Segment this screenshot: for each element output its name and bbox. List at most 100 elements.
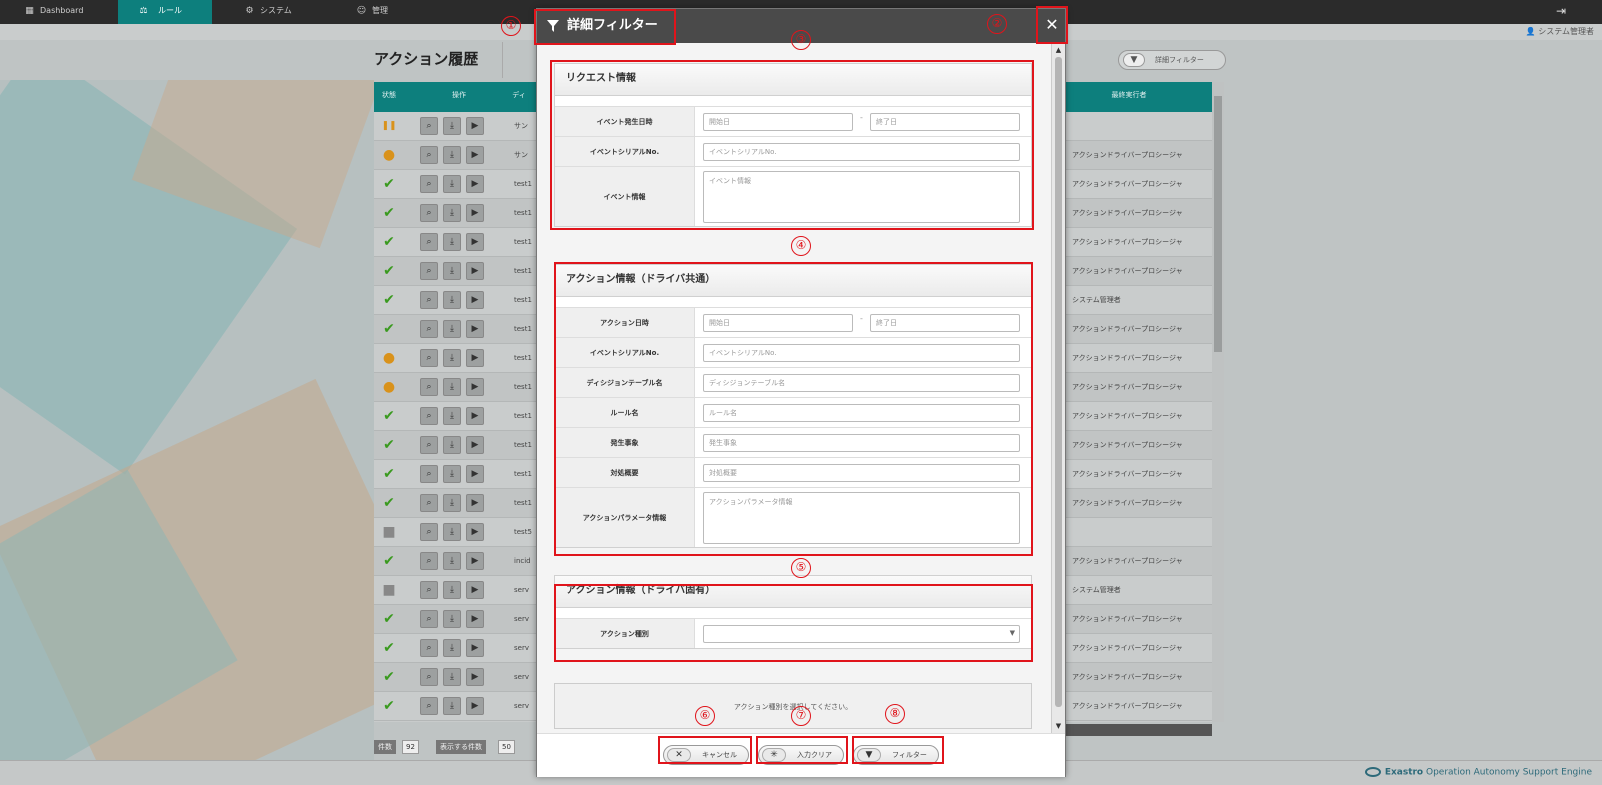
- row-name: サン: [514, 122, 528, 130]
- download-icon[interactable]: ⤓: [443, 233, 461, 251]
- download-icon[interactable]: ⤓: [443, 610, 461, 628]
- download-icon[interactable]: ⤓: [443, 204, 461, 222]
- run-icon[interactable]: ▶: [466, 146, 484, 164]
- row-name: test1: [514, 412, 532, 420]
- detail-icon[interactable]: ⌕: [420, 378, 438, 396]
- highlight-cancel-button: [658, 736, 752, 764]
- detail-icon[interactable]: ⌕: [420, 465, 438, 483]
- scroll-up-icon[interactable]: ▲: [1052, 43, 1065, 57]
- display-count-value[interactable]: 50: [498, 740, 515, 754]
- row-operations: ⌕ ⤓ ▶: [420, 175, 489, 193]
- run-icon[interactable]: ▶: [466, 465, 484, 483]
- download-icon[interactable]: ⤓: [443, 639, 461, 657]
- run-icon[interactable]: ▶: [466, 291, 484, 309]
- detail-icon[interactable]: ⌕: [420, 204, 438, 222]
- column-header-ops: 操作: [452, 91, 466, 99]
- download-icon[interactable]: ⤓: [443, 320, 461, 338]
- run-icon[interactable]: ▶: [466, 175, 484, 193]
- detail-icon[interactable]: ⌕: [420, 262, 438, 280]
- detail-icon[interactable]: ⌕: [420, 349, 438, 367]
- detail-icon[interactable]: ⌕: [420, 407, 438, 425]
- run-icon[interactable]: ▶: [466, 523, 484, 541]
- row-operations: ⌕ ⤓ ▶: [420, 465, 489, 483]
- detail-icon[interactable]: ⌕: [420, 494, 438, 512]
- detail-icon[interactable]: ⌕: [420, 291, 438, 309]
- run-icon[interactable]: ▶: [466, 668, 484, 686]
- run-icon[interactable]: ▶: [466, 436, 484, 454]
- download-icon[interactable]: ⤓: [443, 552, 461, 570]
- download-icon[interactable]: ⤓: [443, 668, 461, 686]
- row-operations: ⌕ ⤓ ▶: [420, 262, 489, 280]
- detail-icon[interactable]: ⌕: [420, 320, 438, 338]
- row-last-executor: アクションドライバープロシージャ: [1072, 702, 1183, 710]
- run-icon[interactable]: ▶: [466, 639, 484, 657]
- download-icon[interactable]: ⤓: [443, 465, 461, 483]
- download-icon[interactable]: ⤓: [443, 581, 461, 599]
- modal-scrollbar[interactable]: ▲ ▼: [1051, 43, 1065, 733]
- nav-item-label: Dashboard: [40, 6, 84, 15]
- nav-item-system[interactable]: ⚙ システム: [240, 0, 330, 24]
- run-icon[interactable]: ▶: [466, 320, 484, 338]
- download-icon[interactable]: ⤓: [443, 378, 461, 396]
- detail-icon[interactable]: ⌕: [420, 552, 438, 570]
- run-icon[interactable]: ▶: [466, 581, 484, 599]
- run-icon[interactable]: ▶: [466, 117, 484, 135]
- run-icon[interactable]: ▶: [466, 697, 484, 715]
- detail-icon[interactable]: ⌕: [420, 668, 438, 686]
- eye-logo-icon: [1364, 767, 1381, 777]
- row-last-executor: アクションドライバープロシージャ: [1072, 441, 1183, 449]
- column-header-name[interactable]: ディ: [504, 82, 534, 112]
- download-icon[interactable]: ⤓: [443, 697, 461, 715]
- scroll-down-icon[interactable]: ▼: [1052, 719, 1065, 733]
- row-last-executor: アクションドライバープロシージャ: [1072, 209, 1183, 217]
- download-icon[interactable]: ⤓: [443, 523, 461, 541]
- run-icon[interactable]: ▶: [466, 378, 484, 396]
- download-icon[interactable]: ⤓: [443, 117, 461, 135]
- user-gear-icon: ☺: [356, 6, 367, 16]
- download-icon[interactable]: ⤓: [443, 175, 461, 193]
- detail-icon[interactable]: ⌕: [420, 639, 438, 657]
- run-icon[interactable]: ▶: [466, 552, 484, 570]
- logout-icon[interactable]: ⇥: [1554, 4, 1568, 18]
- table-vertical-scrollbar[interactable]: [1212, 82, 1224, 722]
- highlight-action-specific-section: [554, 584, 1033, 662]
- row-name: test1: [514, 499, 532, 507]
- run-icon[interactable]: ▶: [466, 407, 484, 425]
- detail-icon[interactable]: ⌕: [420, 523, 438, 541]
- nav-item-dashboard[interactable]: ▦ Dashboard: [20, 0, 120, 24]
- user-name[interactable]: 👤 システム管理者: [1526, 26, 1594, 37]
- run-icon[interactable]: ▶: [466, 262, 484, 280]
- detail-icon[interactable]: ⌕: [420, 175, 438, 193]
- download-icon[interactable]: ⤓: [443, 407, 461, 425]
- run-icon[interactable]: ▶: [466, 204, 484, 222]
- detail-icon[interactable]: ⌕: [420, 697, 438, 715]
- nav-item-admin[interactable]: ☺ 管理: [352, 0, 422, 24]
- download-icon[interactable]: ⤓: [443, 349, 461, 367]
- detail-icon[interactable]: ⌕: [420, 233, 438, 251]
- download-icon[interactable]: ⤓: [443, 494, 461, 512]
- run-icon[interactable]: ▶: [466, 494, 484, 512]
- detail-icon[interactable]: ⌕: [420, 436, 438, 454]
- run-icon[interactable]: ▶: [466, 349, 484, 367]
- detail-icon[interactable]: ⌕: [420, 581, 438, 599]
- page-title: アクション履歴: [374, 50, 479, 68]
- annotation-number-2: ②: [987, 14, 1007, 34]
- nav-item-label: 管理: [372, 6, 388, 15]
- detail-icon[interactable]: ⌕: [420, 117, 438, 135]
- download-icon[interactable]: ⤓: [443, 291, 461, 309]
- detail-icon[interactable]: ⌕: [420, 146, 438, 164]
- column-header-last-executor[interactable]: 最終実行者: [1064, 82, 1194, 112]
- download-icon[interactable]: ⤓: [443, 146, 461, 164]
- scroll-thumb[interactable]: [1055, 57, 1062, 707]
- nav-item-rule[interactable]: ⚖ ルール: [118, 0, 212, 24]
- run-icon[interactable]: ▶: [466, 233, 484, 251]
- download-icon[interactable]: ⤓: [443, 436, 461, 454]
- row-last-executor: アクションドライバープロシージャ: [1072, 412, 1183, 420]
- detail-filter-button[interactable]: ▼ 詳細フィルター: [1118, 50, 1226, 70]
- download-icon[interactable]: ⤓: [443, 262, 461, 280]
- highlight-action-common-section: [554, 262, 1033, 556]
- run-icon[interactable]: ▶: [466, 610, 484, 628]
- table-horizontal-scrollbar[interactable]: [1042, 724, 1212, 736]
- detail-icon[interactable]: ⌕: [420, 610, 438, 628]
- column-header-status[interactable]: 状態: [374, 82, 404, 112]
